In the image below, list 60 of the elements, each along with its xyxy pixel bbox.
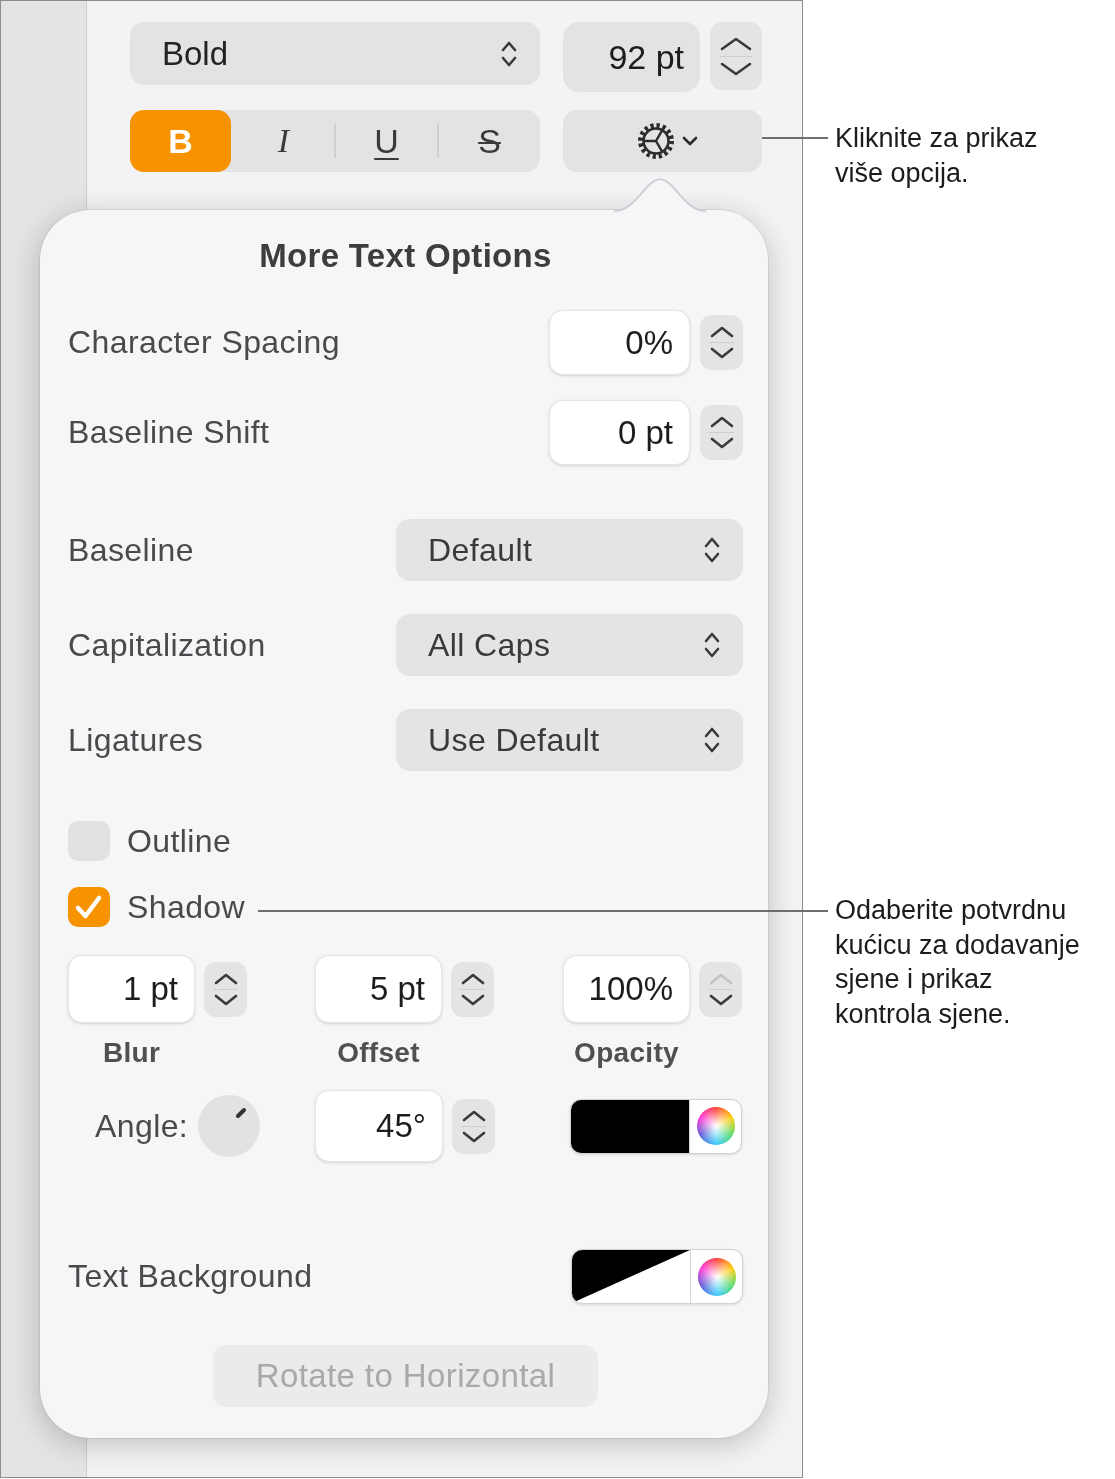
text-style-button[interactable]: S	[439, 110, 540, 172]
up-down-chevron-icon	[703, 630, 721, 660]
font-size-field[interactable]: 92 pt	[563, 22, 700, 92]
color-well[interactable]	[571, 1249, 743, 1304]
option-label: Text Background	[68, 1258, 313, 1295]
field-caption: Offset	[337, 1037, 420, 1069]
stepper[interactable]	[710, 22, 762, 90]
callout-text: Odaberite potvrdnu kućicu za dodavanje sjene i prikaz kontrola sjene.	[835, 894, 1080, 1031]
number-field[interactable]: 1 pt	[68, 955, 195, 1023]
gear-icon	[635, 121, 676, 161]
font-style-dropdown[interactable]: Bold	[130, 22, 540, 85]
chevron-down-icon	[707, 993, 734, 1007]
number-field[interactable]: 0%	[549, 310, 690, 375]
field-caption: Opacity	[574, 1037, 679, 1069]
split-swatch-icon	[572, 1250, 690, 1303]
callout-text: Kliknite za prikaz više opcija.	[835, 122, 1039, 190]
text-style-button[interactable]: U	[336, 110, 437, 172]
chevron-down-icon	[212, 993, 239, 1007]
chevron-up-icon	[719, 35, 753, 52]
up-down-chevron-icon	[703, 535, 721, 565]
option-label: Baseline	[68, 531, 194, 569]
chevron-up-icon	[460, 1108, 487, 1122]
popup-menu[interactable]: All Caps	[396, 614, 743, 676]
popup-menu[interactable]: Default	[396, 519, 743, 581]
option-label: Capitalization	[68, 626, 266, 664]
angle-label: Angle:	[95, 1107, 189, 1145]
text-style-button[interactable]: I	[233, 110, 334, 172]
number-field[interactable]: 5 pt	[315, 955, 442, 1023]
number-field[interactable]: 0 pt	[549, 400, 690, 465]
field-caption: Blur	[102, 1037, 161, 1069]
checkbox-label[interactable]: Outline	[127, 822, 232, 860]
popup-menu[interactable]: Use Default	[396, 709, 743, 771]
option-label: Character Spacing	[68, 324, 340, 361]
chevron-down-icon	[460, 1130, 487, 1144]
color-wheel-icon	[697, 1257, 736, 1296]
stepper[interactable]	[452, 1098, 495, 1154]
popover-title: More Text Options	[258, 236, 553, 276]
chevron-down-icon	[719, 60, 753, 77]
chevron-up-icon	[708, 325, 735, 338]
chevron-down-icon	[708, 347, 735, 360]
more-options-button[interactable]	[563, 110, 762, 172]
option-label: Ligatures	[68, 721, 204, 759]
number-field[interactable]: 45°	[315, 1090, 443, 1162]
stepper[interactable]	[451, 961, 494, 1017]
chevron-down-icon	[681, 136, 698, 146]
chevron-up-icon	[708, 415, 735, 428]
up-down-chevron-icon	[703, 725, 721, 755]
number-field[interactable]: 100%	[563, 955, 690, 1023]
color-wheel-icon	[696, 1107, 735, 1145]
stepper[interactable]	[700, 315, 743, 370]
chevron-down-icon	[459, 993, 486, 1007]
color-well[interactable]	[570, 1098, 742, 1154]
checkbox-label[interactable]: Shadow	[127, 888, 246, 926]
stepper[interactable]	[204, 961, 247, 1017]
leader-line	[762, 137, 828, 139]
chevron-down-icon	[708, 437, 735, 450]
stepper[interactable]	[700, 405, 743, 460]
stepper[interactable]	[699, 961, 742, 1017]
option-label: Baseline Shift	[68, 414, 270, 451]
checkbox[interactable]	[68, 887, 110, 927]
